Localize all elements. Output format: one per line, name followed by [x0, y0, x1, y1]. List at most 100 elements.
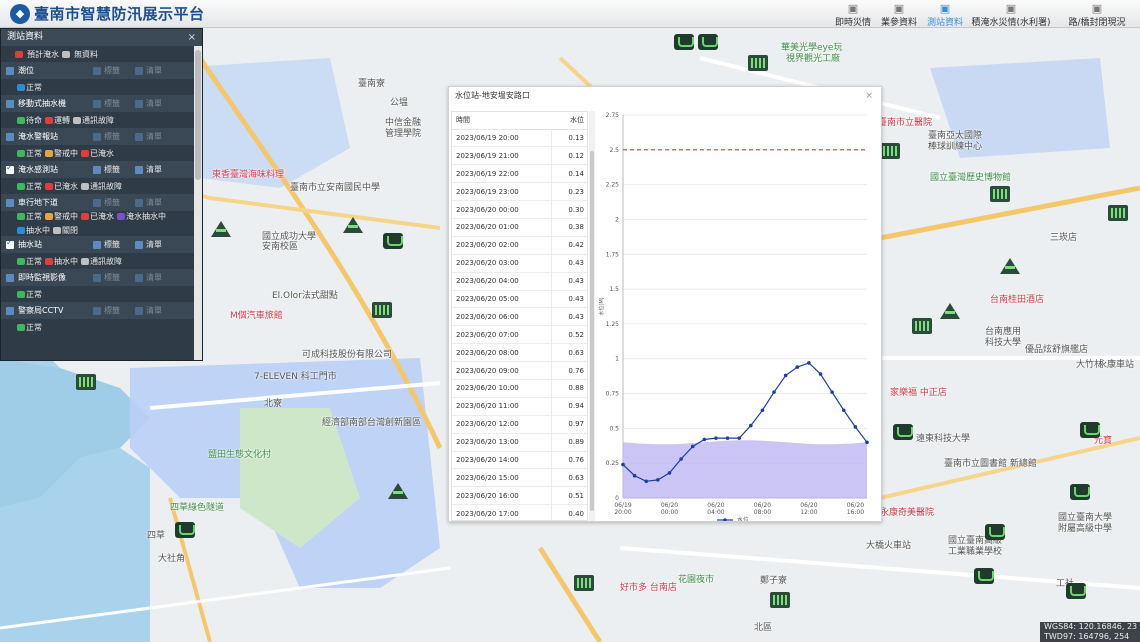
- panel-scroll-thumb[interactable]: [195, 50, 201, 180]
- option-checkbox[interactable]: [93, 306, 101, 315]
- layer-checkbox[interactable]: [6, 163, 14, 174]
- table-row[interactable]: 2023/06/20 03:00 0.43: [452, 254, 587, 273]
- list-toggle[interactable]: 清單: [135, 164, 177, 175]
- pump-station-marker-icon[interactable]: [383, 233, 403, 249]
- map-place-label: 工業職業學校: [948, 547, 1003, 557]
- list-toggle[interactable]: 清單: [135, 197, 177, 208]
- table-row[interactable]: 2023/06/20 06:00 0.43: [452, 307, 587, 327]
- label-toggle[interactable]: 標籤: [93, 131, 135, 142]
- label-toggle[interactable]: 標籤: [93, 197, 135, 208]
- option-checkbox[interactable]: [93, 240, 101, 249]
- option-checkbox[interactable]: [135, 273, 143, 282]
- list-toggle[interactable]: 清單: [135, 131, 177, 142]
- water-gate-marker-icon[interactable]: [940, 303, 960, 319]
- pump-station-marker-icon[interactable]: [674, 34, 694, 50]
- window-close-button[interactable]: ×: [865, 87, 873, 105]
- table-row[interactable]: 2023/06/20 10:00 0.88: [452, 379, 587, 398]
- flood-sensor-marker-icon[interactable]: [748, 55, 768, 71]
- table-row[interactable]: 2023/06/19 23:00 0.23: [452, 182, 587, 202]
- pump-station-marker-icon[interactable]: [1070, 484, 1090, 500]
- option-checkbox[interactable]: [93, 198, 101, 207]
- table-scroll-thumb[interactable]: [590, 151, 594, 511]
- table-row[interactable]: 2023/06/20 17:00 0.40: [452, 504, 587, 520]
- table-row[interactable]: 2023/06/19 20:00 0.13: [452, 129, 587, 148]
- list-toggle[interactable]: 清單: [135, 305, 177, 316]
- flood-sensor-marker-icon[interactable]: [76, 374, 96, 390]
- label-toggle[interactable]: 標籤: [93, 65, 135, 76]
- table-row[interactable]: 2023/06/20 08:00 0.63: [452, 343, 587, 363]
- option-checkbox[interactable]: [93, 132, 101, 141]
- option-checkbox[interactable]: [135, 132, 143, 141]
- option-checkbox[interactable]: [93, 66, 101, 75]
- table-row[interactable]: 2023/06/20 00:00 0.30: [452, 200, 587, 219]
- table-row[interactable]: 2023/06/20 05:00 0.43: [452, 290, 587, 309]
- pump-station-marker-icon[interactable]: [1066, 583, 1086, 599]
- table-row[interactable]: 2023/06/20 14:00 0.76: [452, 451, 587, 470]
- option-checkbox[interactable]: [93, 99, 101, 108]
- table-row[interactable]: 2023/06/19 21:00 0.12: [452, 146, 587, 166]
- table-row[interactable]: 2023/06/20 07:00 0.52: [452, 325, 587, 345]
- layer-checkbox[interactable]: [6, 273, 14, 282]
- option-checkbox[interactable]: [135, 240, 143, 249]
- layer-checkbox[interactable]: [6, 198, 14, 207]
- flood-sensor-marker-icon[interactable]: [574, 575, 594, 591]
- panel-scrollbar[interactable]: [194, 46, 202, 360]
- label-toggle[interactable]: 標籤: [93, 98, 135, 109]
- table-row[interactable]: 2023/06/20 01:00 0.38: [452, 218, 587, 237]
- option-checkbox[interactable]: [135, 165, 143, 174]
- table-row[interactable]: 2023/06/20 12:00 0.97: [452, 415, 587, 434]
- table-row[interactable]: 2023/06/20 11:00 0.94: [452, 397, 587, 416]
- label-toggle[interactable]: 標籤: [93, 305, 135, 316]
- nav-item-2[interactable]: ▣ 測站資料: [922, 0, 968, 28]
- option-checkbox[interactable]: [93, 273, 101, 282]
- layer-checkbox[interactable]: [6, 66, 14, 75]
- option-checkbox[interactable]: [135, 198, 143, 207]
- table-row[interactable]: 2023/06/20 02:00 0.42: [452, 236, 587, 255]
- table-row[interactable]: 2023/06/19 22:00 0.14: [452, 164, 587, 184]
- pump-station-marker-icon[interactable]: [1080, 422, 1100, 438]
- option-checkbox[interactable]: [93, 165, 101, 174]
- map-place-label: 可成科技股份有限公司: [302, 350, 393, 360]
- nav-item-3[interactable]: ▣ 積淹水災情(水利署): [968, 0, 1054, 28]
- option-checkbox[interactable]: [135, 306, 143, 315]
- water-gate-marker-icon[interactable]: [343, 217, 363, 233]
- list-toggle[interactable]: 清單: [135, 239, 177, 250]
- table-row[interactable]: 2023/06/20 13:00 0.89: [452, 433, 587, 452]
- list-toggle[interactable]: 清單: [135, 272, 177, 283]
- label-toggle[interactable]: 標籤: [93, 239, 135, 250]
- water-gate-marker-icon[interactable]: [388, 483, 408, 499]
- pump-station-marker-icon[interactable]: [698, 34, 718, 50]
- water-gate-marker-icon[interactable]: [211, 221, 231, 237]
- nav-item-1[interactable]: ▣ 業參資料: [876, 0, 922, 28]
- label-toggle[interactable]: 標籤: [93, 272, 135, 283]
- pump-station-marker-icon[interactable]: [985, 524, 1005, 540]
- water-gate-marker-icon[interactable]: [1000, 258, 1020, 274]
- flood-sensor-marker-icon[interactable]: [372, 302, 392, 318]
- layer-checkbox[interactable]: [6, 306, 14, 315]
- table-scrollbar[interactable]: [589, 111, 595, 521]
- flood-sensor-marker-icon[interactable]: [880, 143, 900, 159]
- pump-station-marker-icon[interactable]: [974, 568, 994, 584]
- label-toggle[interactable]: 標籤: [93, 164, 135, 175]
- list-toggle[interactable]: 清單: [135, 98, 177, 109]
- nav-item-0[interactable]: ▣ 即時災情: [830, 0, 876, 28]
- pump-station-marker-icon[interactable]: [893, 424, 913, 440]
- panel-close-button[interactable]: ×: [188, 29, 196, 46]
- flood-sensor-marker-icon[interactable]: [912, 318, 932, 334]
- table-row[interactable]: 2023/06/20 16:00 0.51: [452, 486, 587, 506]
- table-row[interactable]: 2023/06/20 15:00 0.63: [452, 468, 587, 488]
- flood-sensor-marker-icon[interactable]: [770, 592, 790, 608]
- option-checkbox[interactable]: [135, 66, 143, 75]
- list-toggle[interactable]: 清單: [135, 65, 177, 76]
- layer-checkbox[interactable]: [6, 238, 14, 249]
- flood-sensor-marker-icon[interactable]: [1108, 205, 1128, 221]
- flood-sensor-marker-icon[interactable]: [990, 186, 1010, 202]
- option-checkbox[interactable]: [135, 99, 143, 108]
- nav-item-4[interactable]: ▣ 路/橋封閉現況: [1054, 0, 1140, 28]
- pump-station-marker-icon[interactable]: [175, 522, 195, 538]
- layer-checkbox[interactable]: [6, 99, 14, 108]
- table-row[interactable]: 2023/06/20 09:00 0.76: [452, 361, 587, 380]
- data-point: [830, 390, 834, 394]
- layer-checkbox[interactable]: [6, 132, 14, 141]
- table-row[interactable]: 2023/06/20 04:00 0.43: [452, 272, 587, 291]
